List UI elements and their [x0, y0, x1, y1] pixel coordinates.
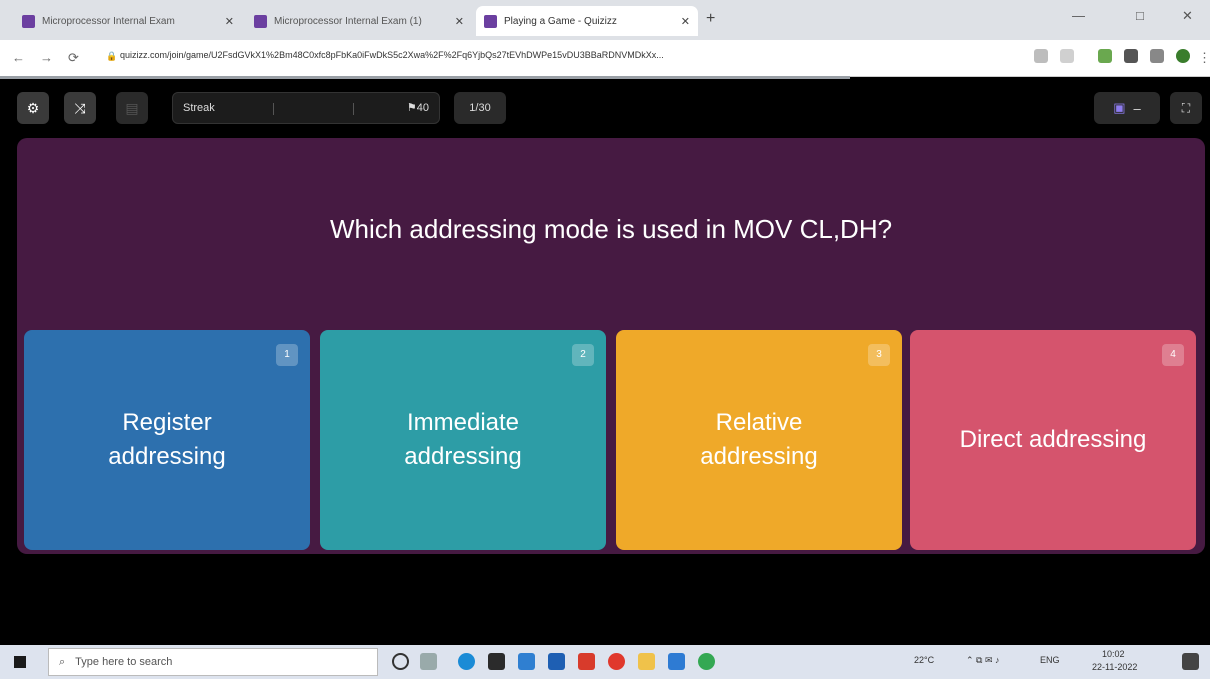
pdf-icon[interactable] [578, 653, 595, 670]
question-text: Which addressing mode is used in MOV CL,… [329, 214, 893, 244]
bookmark-star-icon[interactable] [1060, 49, 1074, 63]
search-placeholder: Type here to search [75, 656, 173, 668]
profile-avatar[interactable] [1176, 49, 1190, 63]
share-icon[interactable] [1034, 49, 1048, 63]
lock-icon: 🔒 [106, 51, 118, 61]
shuffle-button[interactable]: ⤨ [64, 92, 96, 124]
clock-date[interactable]: 22-11-2022 [1092, 662, 1137, 672]
sidebar-icon[interactable] [1150, 49, 1164, 63]
tab-close-icon[interactable]: ✕ [225, 15, 234, 28]
browser-tab[interactable]: Microprocessor Internal Exam (1) ✕ [246, 6, 472, 36]
quizizz-favicon-icon [484, 14, 497, 28]
streak-bar: Streak ⚑40 [172, 92, 440, 124]
browser-tab-strip: Microprocessor Internal Exam ✕ Microproc… [0, 0, 1210, 40]
page-load-bar [0, 76, 850, 79]
option-label: Register addressing [108, 409, 226, 470]
option-number-badge: 2 [572, 344, 594, 366]
answer-option-2[interactable]: 2 Immediate addressing [320, 330, 606, 550]
option-number-badge: 3 [868, 344, 890, 366]
tab-close-icon[interactable]: ✕ [455, 15, 464, 28]
powerup-dash: – [1133, 100, 1141, 116]
browser-tab-active[interactable]: Playing a Game - Quizizz ✕ [476, 6, 698, 36]
answer-option-4[interactable]: 4 Direct addressing [910, 330, 1196, 550]
option-number-badge: 4 [1162, 344, 1184, 366]
extensions-puzzle-icon[interactable] [1124, 49, 1138, 63]
answer-option-1[interactable]: 1 Register addressing [24, 330, 310, 550]
address-bar: ← → ⟳ 🔒 quizizz.com/join/game/U2FsdGVkX1… [0, 40, 1210, 77]
game-toolbar: ⚙ ⤨ ▤ Streak ⚑40 1/30 ▣ – ⛶ [0, 80, 1210, 132]
word-icon[interactable] [548, 653, 565, 670]
tab-close-icon[interactable]: ✕ [681, 15, 690, 28]
taskbar-search-input[interactable]: ⌕ Type here to search [48, 648, 378, 676]
cortana-icon[interactable] [392, 653, 409, 670]
answer-option-3[interactable]: 3 Relative addressing [616, 330, 902, 550]
tab-title: Microprocessor Internal Exam (1) [274, 15, 422, 27]
window-close-button[interactable]: ✕ [1182, 8, 1193, 24]
weather-widget[interactable]: 22°C [914, 655, 934, 665]
forward-icon[interactable]: → [40, 50, 53, 65]
store-icon[interactable] [488, 653, 505, 670]
shuffle-icon: ⤨ [74, 99, 86, 116]
leaderboard-icon: ▤ [125, 99, 139, 116]
option-label: Immediate addressing [404, 409, 522, 470]
browser-tab[interactable]: Microprocessor Internal Exam ✕ [14, 6, 242, 36]
notifications-icon[interactable] [1182, 653, 1199, 670]
outlook-icon[interactable] [668, 653, 685, 670]
option-label: Relative addressing [700, 409, 818, 470]
menu-icon[interactable]: ⋮ [1198, 50, 1210, 66]
option-number-badge: 1 [276, 344, 298, 366]
clock-time[interactable]: 10:02 [1102, 649, 1125, 659]
chrome-icon[interactable] [698, 653, 715, 670]
new-tab-button[interactable]: + [706, 10, 715, 28]
question-counter: 1/30 [454, 92, 506, 124]
windows-taskbar: ⌕ Type here to search 22°C ⌃ ⧉ ✉ ♪ ENG 1… [0, 645, 1210, 679]
minimize-button[interactable]: — [1072, 8, 1085, 23]
tab-title: Playing a Game - Quizizz [504, 15, 617, 27]
file-explorer-icon[interactable] [638, 653, 655, 670]
back-icon[interactable]: ← [12, 50, 25, 65]
fullscreen-button[interactable]: ⛶ [1170, 92, 1202, 124]
task-view-icon[interactable] [420, 653, 437, 670]
gear-icon: ⚙ [26, 99, 40, 116]
maximize-button[interactable]: □ [1136, 8, 1144, 23]
question-panel: Which addressing mode is used in MOV CL,… [17, 138, 1205, 554]
search-icon: ⌕ [59, 655, 66, 668]
url-field[interactable]: quizizz.com/join/game/U2FsdGVkX1%2Bm48C0… [120, 50, 1000, 67]
tab-title: Microprocessor Internal Exam [42, 15, 175, 27]
quizizz-favicon-icon [22, 14, 35, 28]
reload-icon[interactable]: ⟳ [68, 50, 79, 66]
system-tray-icons[interactable]: ⌃ ⧉ ✉ ♪ [966, 655, 1000, 666]
language-indicator[interactable]: ENG [1040, 655, 1060, 665]
powerup-icon: ▣ [1113, 100, 1126, 115]
quizizz-favicon-icon [254, 14, 267, 28]
opera-icon[interactable] [608, 653, 625, 670]
powerup-button[interactable]: ▣ – [1094, 92, 1160, 124]
fullscreen-icon: ⛶ [1181, 100, 1191, 115]
settings-button[interactable]: ⚙ [17, 92, 49, 124]
streak-label: Streak [183, 102, 215, 114]
extension-icon[interactable] [1098, 49, 1112, 63]
streak-score: ⚑40 [406, 102, 429, 114]
option-label: Direct addressing [959, 426, 1147, 454]
leaderboard-button[interactable]: ▤ [116, 92, 148, 124]
edge-icon[interactable] [458, 653, 475, 670]
mail-icon[interactable] [518, 653, 535, 670]
windows-start-icon[interactable] [14, 656, 26, 668]
